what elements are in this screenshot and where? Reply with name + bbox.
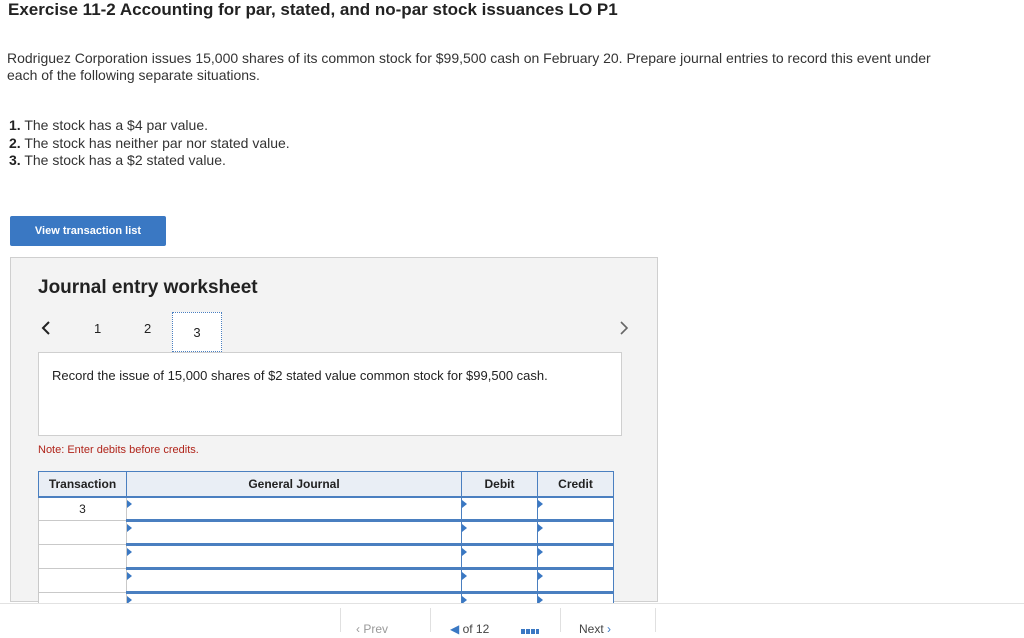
requirement-3: 3. The stock has a $2 stated value. [9, 152, 290, 170]
dropdown-arrow-icon [462, 500, 467, 508]
next-button[interactable]: Next › [579, 622, 611, 636]
requirements-list: 1. The stock has a $4 par value. 2. The … [9, 117, 290, 170]
dropdown-arrow-icon [127, 524, 132, 532]
account-input[interactable] [126, 544, 462, 570]
dropdown-arrow-icon [538, 524, 543, 532]
worksheet-title: Journal entry worksheet [38, 277, 258, 298]
exercise-intro: Rodriguez Corporation issues 15,000 shar… [7, 50, 931, 83]
requirement-text: The stock has a $2 stated value. [24, 152, 226, 168]
requirement-number: 1. [9, 117, 21, 133]
dropdown-arrow-icon [538, 548, 543, 556]
col-credit: Credit [537, 471, 614, 498]
dropdown-arrow-icon [538, 500, 543, 508]
requirement-text: The stock has neither par nor stated val… [24, 134, 290, 151]
credit-input[interactable] [537, 568, 614, 594]
table-row: 3 [38, 496, 614, 522]
requirement-text: The stock has a $4 par value. [24, 117, 208, 133]
worksheet-page-1[interactable]: 1 [94, 321, 101, 336]
credit-input[interactable] [537, 520, 614, 546]
worksheet-note: Note: Enter debits before credits. [38, 444, 199, 456]
debit-input[interactable] [461, 568, 538, 594]
table-row [38, 520, 614, 546]
debit-input[interactable] [461, 496, 538, 522]
transaction-cell [38, 568, 127, 593]
col-transaction: Transaction [38, 471, 127, 498]
transaction-cell [38, 544, 127, 569]
journal-table: Transaction General Journal Debit Credit… [38, 471, 614, 618]
divider [430, 608, 431, 632]
requirement-number: 3. [9, 152, 21, 168]
worksheet-instruction: Record the issue of 15,000 shares of $2 … [38, 352, 622, 436]
credit-input[interactable] [537, 496, 614, 522]
dropdown-arrow-icon [538, 572, 543, 580]
transaction-cell: 3 [38, 496, 127, 521]
chevron-left-icon[interactable] [38, 318, 54, 338]
requirement-1: 1. The stock has a $4 par value. [9, 117, 290, 135]
divider [560, 608, 561, 632]
dropdown-arrow-icon [127, 548, 132, 556]
view-transaction-list-button[interactable]: View transaction list [10, 216, 166, 246]
col-debit: Debit [461, 471, 538, 498]
credit-input[interactable] [537, 544, 614, 570]
chevron-right-icon[interactable] [616, 318, 632, 338]
dropdown-arrow-icon [127, 572, 132, 580]
dropdown-arrow-icon [462, 524, 467, 532]
dropdown-arrow-icon [462, 548, 467, 556]
prev-button[interactable]: ‹ Prev [356, 622, 388, 636]
divider [340, 608, 341, 632]
bottom-nav-bar: ‹ Prev ◀ of 12 Next › [0, 603, 1024, 636]
worksheet-page-3[interactable]: 3 [172, 312, 222, 352]
debit-input[interactable] [461, 520, 538, 546]
journal-entry-worksheet: Journal entry worksheet 1 2 3 Record the… [10, 257, 658, 618]
table-row [38, 544, 614, 570]
table-row [38, 568, 614, 594]
divider [655, 608, 656, 632]
dropdown-arrow-icon [462, 572, 467, 580]
page-indicator[interactable]: ◀ of 12 [450, 622, 489, 636]
dropdown-arrow-icon [127, 500, 132, 508]
next-label: Next [579, 622, 604, 636]
debit-input[interactable] [461, 544, 538, 570]
grid-icon[interactable] [521, 624, 539, 638]
account-input[interactable] [126, 520, 462, 546]
prev-label: Prev [363, 622, 389, 636]
chevron-left-icon: ◀ [450, 622, 463, 636]
col-general-journal: General Journal [126, 471, 462, 498]
page-of-label: of 12 [462, 622, 490, 636]
account-input[interactable] [126, 496, 462, 522]
exercise-title: Exercise 11-2 Accounting for par, stated… [8, 0, 618, 19]
journal-table-header: Transaction General Journal Debit Credit [38, 471, 614, 498]
requirement-number: 2. [9, 134, 21, 151]
requirement-2: 2. The stock has neither par nor stated … [9, 135, 290, 153]
worksheet-page-2[interactable]: 2 [144, 321, 151, 336]
chevron-right-icon: › [603, 622, 612, 636]
transaction-cell [38, 520, 127, 545]
account-input[interactable] [126, 568, 462, 594]
